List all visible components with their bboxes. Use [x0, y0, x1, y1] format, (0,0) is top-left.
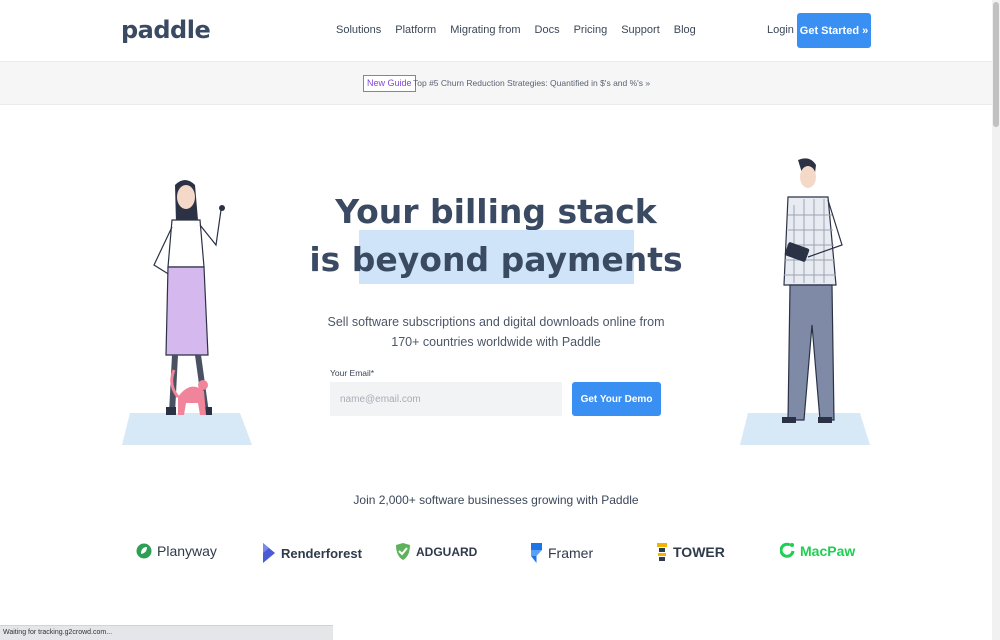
- brand-name: TOWER: [673, 544, 725, 560]
- nav-docs[interactable]: Docs: [535, 24, 560, 36]
- nav-support[interactable]: Support: [621, 24, 660, 36]
- page: paddle Solutions Platform Migrating from…: [0, 0, 1000, 640]
- hero-headline-line1: Your billing stack: [335, 192, 657, 231]
- brand-macpaw: MacPaw: [780, 542, 855, 559]
- tower-icon: [657, 543, 667, 561]
- brand-framer: Framer: [530, 542, 593, 564]
- email-label: Your Email*: [330, 368, 375, 378]
- browser-status-bar: Waiting for tracking.g2crowd.com...: [0, 625, 333, 640]
- nav-platform[interactable]: Platform: [395, 24, 436, 36]
- macpaw-icon: [780, 542, 795, 558]
- main-nav: Solutions Platform Migrating from Docs P…: [336, 24, 710, 36]
- get-demo-button[interactable]: Get Your Demo: [572, 382, 661, 416]
- brand-name: Renderforest: [281, 545, 362, 561]
- brand-tower: TOWER: [656, 542, 725, 562]
- nav-solutions[interactable]: Solutions: [336, 24, 381, 36]
- get-started-button[interactable]: Get Started »: [797, 13, 871, 48]
- brand-adguard: ADGUARD: [395, 542, 477, 561]
- brand-name: Framer: [548, 545, 594, 561]
- brand-name: Planyway: [157, 543, 217, 559]
- nav-migrating-from[interactable]: Migrating from: [450, 24, 520, 36]
- brand-name: MacPaw: [800, 542, 856, 559]
- social-proof-heading: Join 2,000+ software businesses growing …: [353, 493, 639, 507]
- adguard-shield-icon: [396, 543, 410, 560]
- announcement-bar: New Guide Top #5 Churn Reduction Strateg…: [0, 61, 992, 105]
- planyway-leaf-icon: [136, 543, 152, 559]
- brand-planyway: Planyway: [136, 542, 217, 560]
- brand-renderforest: Renderforest: [262, 542, 362, 564]
- hero-subtitle: Sell software subscriptions and digital …: [327, 315, 665, 349]
- nav-blog[interactable]: Blog: [674, 24, 696, 36]
- renderforest-play-icon: [263, 543, 275, 563]
- brand-name: ADGUARD: [416, 544, 478, 559]
- nav-pricing[interactable]: Pricing: [574, 24, 608, 36]
- customer-logos: Planyway Renderforest ADGUARD Framer TOW…: [0, 540, 992, 568]
- paddle-logo[interactable]: paddle: [121, 16, 211, 44]
- announcement-link[interactable]: Top #5 Churn Reduction Strategies: Quant…: [413, 78, 650, 88]
- framer-icon: [531, 543, 542, 563]
- site-header: paddle Solutions Platform Migrating from…: [0, 0, 992, 61]
- login-link[interactable]: Login: [767, 24, 794, 36]
- scrollbar-thumb[interactable]: [993, 2, 999, 127]
- email-input[interactable]: [330, 382, 562, 416]
- hero-headline-line2: is beyond payments: [309, 240, 683, 279]
- new-guide-badge: New Guide: [363, 75, 416, 92]
